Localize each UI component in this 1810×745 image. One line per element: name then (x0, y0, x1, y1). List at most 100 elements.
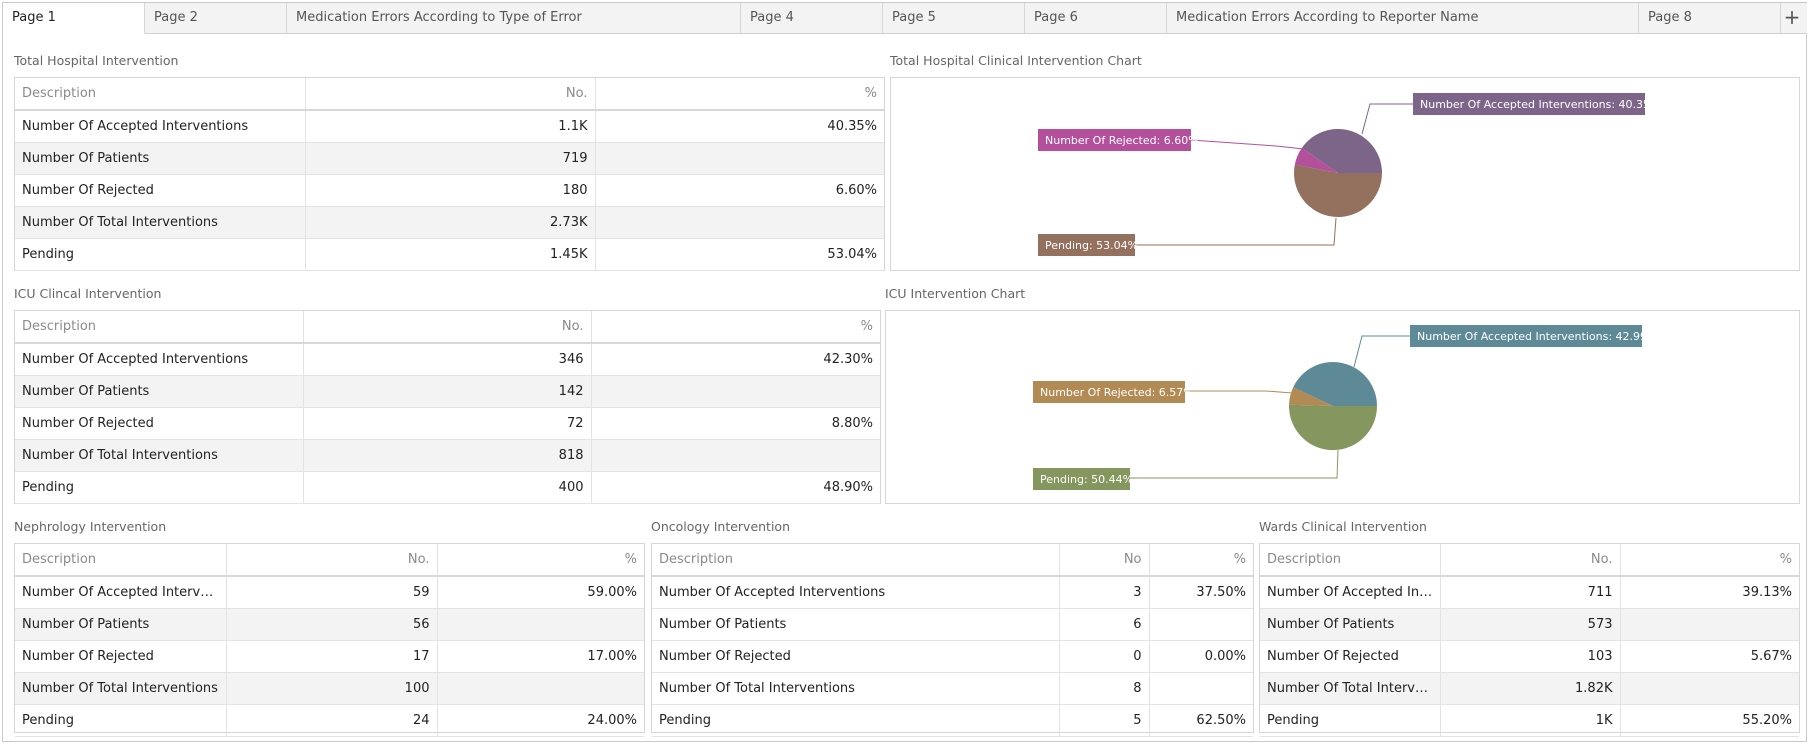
table-row[interactable]: Number Of Total Interventions 2.73K (15, 206, 884, 239)
total-hospital-table-title: Total Hospital Intervention (14, 53, 179, 68)
cell-count: 8 (1059, 672, 1150, 705)
table-row[interactable]: Number Of Accepted Interventions 59 59.00% (15, 576, 644, 609)
table-row[interactable]: Number Of Rejected 72 8.80% (15, 407, 880, 440)
cell-count: 5 (1059, 704, 1150, 737)
data-label: Pending: 50.44% (1040, 473, 1133, 486)
tab-page-8[interactable]: Page 8 (1639, 3, 1781, 33)
cell-description: Number Of Total Interventions (15, 439, 304, 472)
table-row[interactable]: Number Of Rejected 0 0.00% (652, 640, 1253, 673)
table-row[interactable]: Number Of Rejected 17 17.00% (15, 640, 644, 673)
cell-percent: 42.30% (591, 343, 880, 376)
cell-percent (1620, 608, 1799, 641)
cell-percent (595, 142, 884, 175)
cell-description: Number Of Rejected (15, 640, 227, 673)
cell-description: Number Of Patients (652, 608, 1060, 641)
table-row[interactable]: Pending 400 48.90% (15, 471, 880, 504)
column-header-percent[interactable]: % (437, 544, 644, 577)
cell-description: Number Of Total Interventions (15, 672, 227, 705)
table-row[interactable]: Pending 1.45K 53.04% (15, 238, 884, 271)
cell-description: Number Of Total Interventions (1260, 672, 1441, 705)
column-header-no[interactable]: No. (303, 311, 592, 344)
column-header-no[interactable]: No. (1440, 544, 1621, 577)
cell-count: 711 (1440, 576, 1621, 609)
table-row[interactable]: Number Of Rejected 103 5.67% (1260, 640, 1799, 673)
tab-medication-errors-reporter[interactable]: Medication Errors According to Reporter … (1167, 3, 1639, 33)
cell-percent: 39.13% (1620, 576, 1799, 609)
column-header-no[interactable]: No. (226, 544, 438, 577)
table-row[interactable]: Number Of Accepted Interventions71139.13… (1260, 576, 1799, 609)
table-row[interactable]: Number Of Total Interventions 8 (652, 672, 1253, 705)
table-row[interactable]: Number Of Rejected 180 6.60% (15, 174, 884, 207)
table-row[interactable]: Number Of Total Interventions 100 (15, 672, 644, 705)
cell-percent (1149, 608, 1253, 641)
total-hospital-chart-title: Total Hospital Clinical Intervention Cha… (890, 53, 1142, 68)
cell-percent: 17.00% (437, 640, 644, 673)
cell-description: Number Of Rejected (15, 407, 304, 440)
column-header-description[interactable]: Description (1260, 544, 1441, 577)
cell-count: 56 (226, 608, 438, 641)
table-row[interactable]: Number Of Total Interventions1.82K (1260, 672, 1799, 705)
column-header-no[interactable]: No (1059, 544, 1150, 577)
table-row[interactable]: Pending 5 62.50% (652, 704, 1253, 737)
cell-count: 1.45K (305, 238, 596, 271)
cell-count: 346 (303, 343, 592, 376)
cell-percent (437, 608, 644, 641)
table-row[interactable]: Number Of Total Interventions 818 (15, 439, 880, 472)
data-label: Number Of Accepted Interventions: 42.99% (1417, 330, 1657, 343)
cell-percent: 37.50% (1149, 576, 1253, 609)
cell-count: 573 (1440, 608, 1621, 641)
cell-percent: 40.35% (595, 110, 884, 143)
cell-count: 1.82K (1440, 672, 1621, 705)
total-hospital-table: Description No. % Number Of Accepted Int… (14, 77, 885, 271)
table-row[interactable]: Pending 1K 55.20% (1260, 704, 1799, 737)
table-row[interactable]: Number Of Patients 6 (652, 608, 1253, 641)
table-row[interactable]: Number Of Patients 56 (15, 608, 644, 641)
leader-line (1130, 449, 1339, 479)
table-row[interactable]: Number Of Patients 719 (15, 142, 884, 175)
leader-line (1190, 139, 1305, 150)
table-row[interactable]: Pending 24 24.00% (15, 704, 644, 737)
tab-page-5[interactable]: Page 5 (883, 3, 1025, 33)
cell-description: Number Of Patients (1260, 608, 1441, 641)
cell-percent (595, 206, 884, 239)
column-header-description[interactable]: Description (15, 311, 304, 344)
cell-count: 2.73K (305, 206, 596, 239)
column-header-percent[interactable]: % (1149, 544, 1253, 577)
column-header-description[interactable]: Description (15, 78, 306, 111)
cell-percent (591, 375, 880, 408)
column-header-percent[interactable]: % (1620, 544, 1799, 577)
column-header-no[interactable]: No. (305, 78, 596, 111)
tab-page-2[interactable]: Page 2 (145, 3, 287, 33)
table-row[interactable]: Number Of Accepted Interventions 346 42.30… (15, 343, 880, 376)
tab-medication-errors-type[interactable]: Medication Errors According to Type of E… (287, 3, 741, 33)
tab-page-1[interactable]: Page 1 (3, 3, 145, 34)
cell-count: 24 (226, 704, 438, 737)
cell-percent: 48.90% (591, 471, 880, 504)
cell-description: Number Of Accepted Interventions (1260, 576, 1441, 609)
tab-page-6[interactable]: Page 6 (1025, 3, 1167, 33)
oncology-table-title: Oncology Intervention (651, 519, 791, 534)
cell-count: 0 (1059, 640, 1150, 673)
table-row[interactable]: Number Of Patients 142 (15, 375, 880, 408)
icu-chart-title: ICU Intervention Chart (885, 286, 1026, 301)
pie-slice[interactable] (1289, 404, 1378, 451)
cell-percent: 5.67% (1620, 640, 1799, 673)
cell-description: Number Of Patients (15, 142, 306, 175)
icu-table-title: ICU Clincal Intervention (14, 286, 162, 301)
cell-percent: 62.50% (1149, 704, 1253, 737)
tab-page-4[interactable]: Page 4 (741, 3, 883, 33)
table-row[interactable]: Number Of Accepted Interventions 3 37.50% (652, 576, 1253, 609)
cell-percent: 59.00% (437, 576, 644, 609)
cell-description: Pending (15, 471, 304, 504)
cell-description: Pending (1260, 704, 1441, 737)
column-header-description[interactable]: Description (652, 544, 1060, 577)
table-row[interactable]: Number Of Accepted Interventions 1.1K 40.3… (15, 110, 884, 143)
cell-percent (1620, 672, 1799, 705)
column-header-percent[interactable]: % (595, 78, 884, 111)
add-tab-button[interactable]: + (1777, 3, 1807, 33)
column-header-percent[interactable]: % (591, 311, 880, 344)
table-row[interactable]: Number Of Patients 573 (1260, 608, 1799, 641)
column-header-description[interactable]: Description (15, 544, 227, 577)
nephrology-table-title: Nephrology Intervention (14, 519, 167, 534)
cell-description: Pending (652, 704, 1060, 737)
